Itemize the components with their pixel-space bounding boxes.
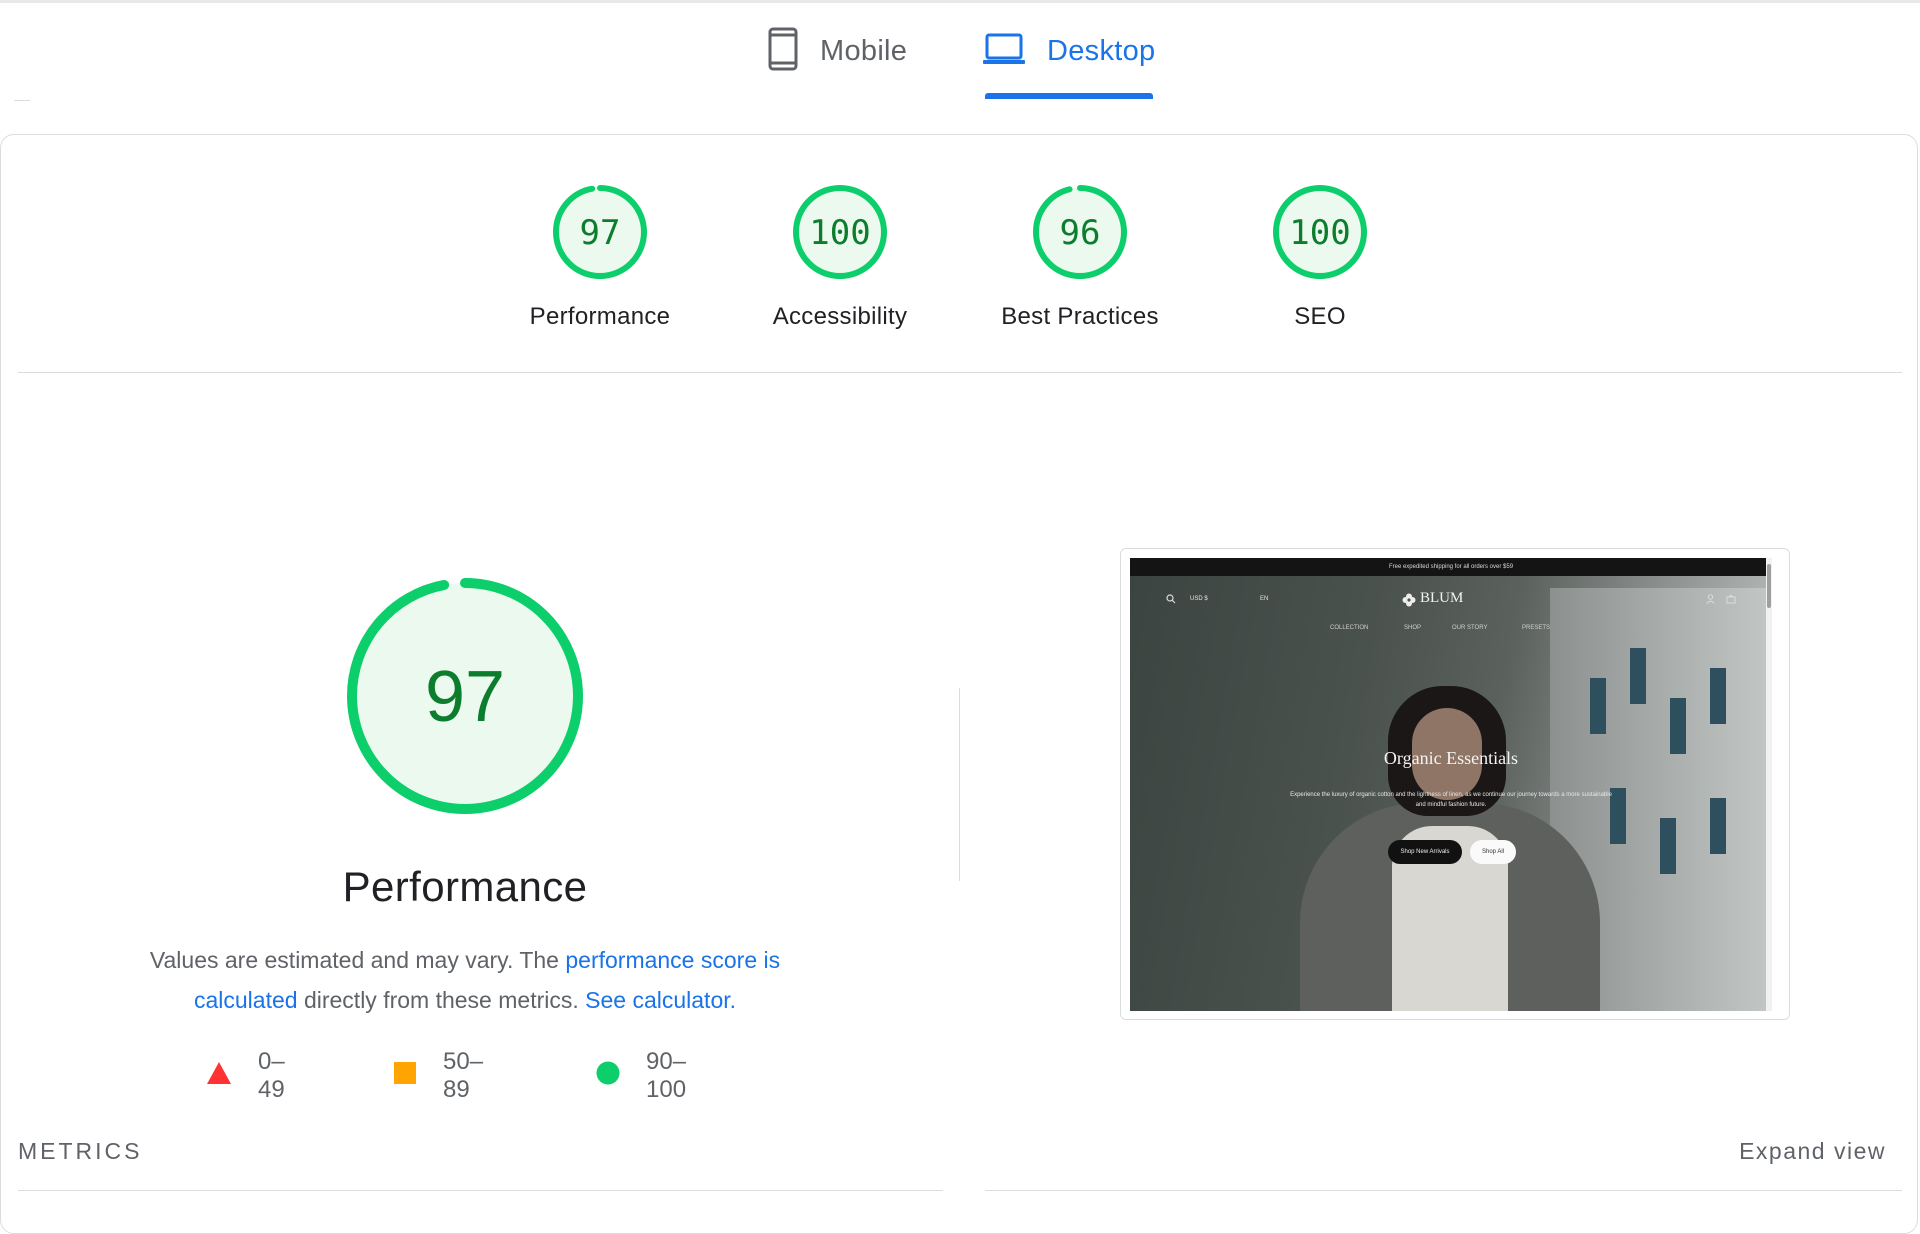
menu-item: PRESETS [1522,625,1551,631]
scrollbar-thumb [1767,564,1771,608]
gauge-value: 100 [1289,213,1350,253]
score-performance[interactable]: 97 Performance [480,182,720,331]
square-icon [393,1061,417,1092]
gauge-label: Performance [529,303,671,330]
tab-desktop[interactable]: Desktop [983,24,1156,78]
performance-title: Performance [342,863,588,910]
shop-all-button: Shop All [1470,840,1516,864]
gauge-label: Accessibility [772,303,908,330]
building-window [1710,798,1726,854]
gauge-performance: 97 [553,185,647,279]
performance-gauge-large: 97 [347,578,583,814]
circle-icon [596,1061,620,1092]
building-window [1660,818,1676,874]
metrics-divider-left [18,1190,943,1191]
brand-logo: BLUM [1420,590,1464,606]
legend-pass-range: 90–100 [646,1048,687,1103]
tabs-divider-fragment [14,100,30,101]
metrics-divider-right [985,1190,1902,1191]
building-window [1610,788,1626,844]
flower-logo-icon [1402,593,1416,609]
building-window [1710,668,1726,724]
gauge-value: 100 [809,213,870,253]
language-selector: EN [1260,596,1269,602]
legend-average-range: 50–89 [443,1048,484,1103]
smartphone-icon [768,27,798,76]
gauge-best-practices: 96 [1033,185,1127,279]
gauge-seo: 100 [1273,185,1367,279]
tab-desktop-label: Desktop [1047,34,1156,67]
gauge-value: 97 [580,213,621,253]
building-window [1590,678,1606,734]
expand-view-toggle[interactable]: Expand view [1739,1138,1886,1165]
screenshot-scrollbar [1766,558,1772,1011]
announcement-bar: Free expedited shipping for all orders o… [1130,558,1772,576]
tab-mobile-label: Mobile [820,34,908,67]
site-header: USD $ EN BLUM [1130,590,1766,612]
cart-icon [1726,594,1736,606]
legend-fail-range: 0–49 [258,1048,285,1103]
building-window [1630,648,1646,704]
score-seo[interactable]: 100 SEO [1200,182,1440,331]
vertical-separator [959,688,960,881]
menu-item: OUR STORY [1452,625,1488,631]
gauge-label: SEO [1294,303,1346,330]
triangle-icon [206,1061,232,1092]
legend-fail: 0–49 [206,1048,285,1103]
shop-new-arrivals-button: Shop New Arrivals [1388,840,1462,864]
gauge-value: 96 [1060,213,1101,253]
menu-item: SHOP [1404,625,1422,631]
device-tabs: Mobile Desktop [0,0,1920,102]
gauge-accessibility: 100 [793,185,887,279]
hero-title: Organic Essentials [1383,748,1519,768]
see-calculator-link[interactable]: See calculator. [585,987,736,1013]
menu-item: COLLECTION [1330,625,1369,631]
active-tab-indicator [985,93,1153,99]
desc-text: Values are estimated and may vary. The [149,947,566,973]
tab-mobile[interactable]: Mobile [768,24,907,78]
building-window [1670,698,1686,754]
desc-text: directly from these metrics. [297,987,586,1013]
account-icon [1706,594,1715,606]
legend-average: 50–89 [393,1048,483,1103]
score-best-practices[interactable]: 96 Best Practices [960,182,1200,331]
currency-selector: USD $ [1190,596,1208,602]
hero-subtitle: Experience the luxury of organic cotton … [1290,792,1612,808]
gauge-label: Best Practices [1001,303,1159,330]
final-screenshot[interactable]: Free expedited shipping for all orders o… [1130,558,1772,1011]
legend-pass: 90–100 [596,1048,686,1103]
laptop-icon [983,32,1025,71]
score-row-divider [18,372,1902,373]
search-icon [1166,594,1176,606]
performance-description: Values are estimated and may vary. The p… [100,940,830,1020]
score-accessibility[interactable]: 100 Accessibility [720,182,960,331]
metrics-heading: METRICS [18,1138,143,1164]
performance-score-value: 97 [425,657,505,737]
